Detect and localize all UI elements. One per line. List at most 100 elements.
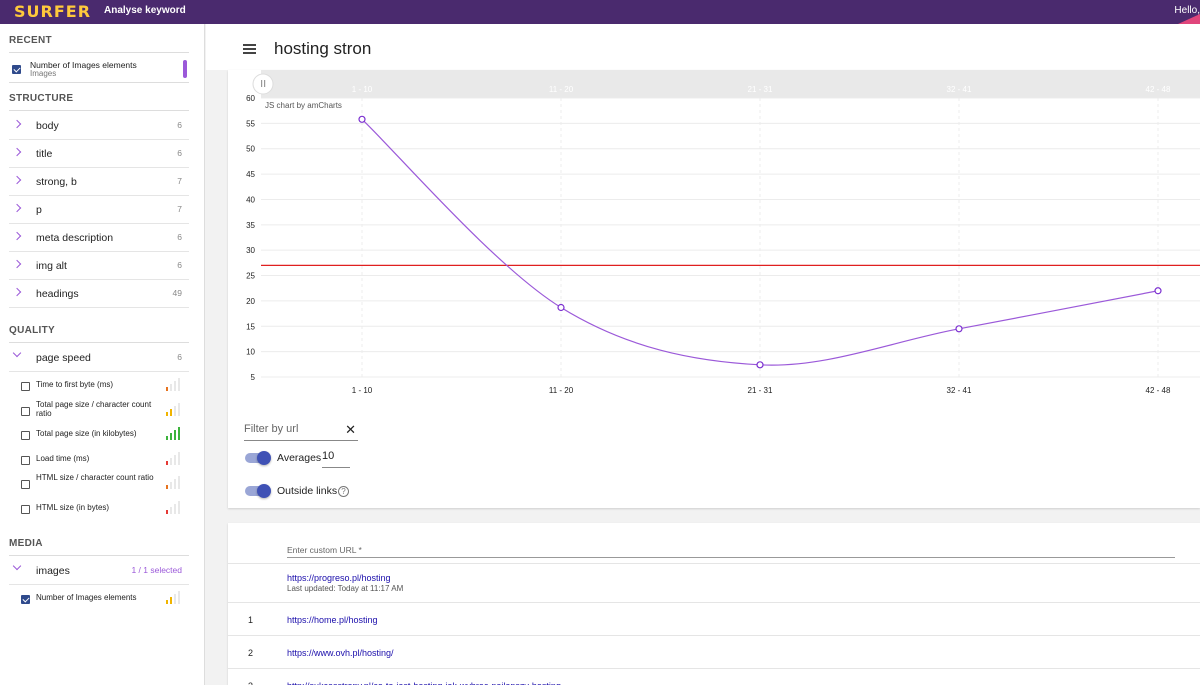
result-row: 2 https://www.ovh.pl/hosting/: [228, 635, 1200, 668]
quality-item[interactable]: Load time (ms): [9, 448, 189, 472]
quality-item[interactable]: HTML size / character count ratio: [9, 472, 189, 496]
signal-strength-icon: [166, 426, 182, 441]
chevron-right-icon: [12, 175, 22, 185]
quality-checkbox[interactable]: [21, 382, 30, 391]
structure-item[interactable]: img alt 6: [9, 252, 189, 280]
quality-item[interactable]: Total page size (in kilobytes): [9, 423, 189, 447]
chevron-right-icon: [12, 259, 22, 269]
averages-toggle[interactable]: [245, 451, 271, 465]
custom-url-field[interactable]: [287, 540, 1175, 558]
page-speed-group[interactable]: page speed 6: [9, 344, 189, 372]
recent-indicator: [183, 60, 187, 78]
media-heading: MEDIA: [9, 538, 43, 549]
custom-url-row: https://progreso.pl/hosting Last updated…: [228, 563, 1200, 602]
images-group[interactable]: images 1 / 1 selected: [9, 557, 189, 585]
y-tick-label: 45: [246, 170, 255, 179]
signal-strength-icon: [166, 500, 182, 514]
filter-input[interactable]: [244, 419, 340, 439]
scrollbar-label: 32 - 41: [947, 85, 972, 94]
y-tick-label: 50: [246, 145, 255, 154]
page-speed-label: page speed: [36, 352, 91, 364]
app-section-title: Analyse keyword: [104, 5, 186, 16]
surfer-logo[interactable]: SURFER: [14, 2, 91, 21]
structure-item[interactable]: p7: [9, 196, 189, 224]
structure-item-count: 6: [177, 120, 182, 130]
quality-item-label: HTML size (in bytes): [36, 503, 110, 512]
y-tick-label: 20: [246, 297, 255, 306]
structure-item[interactable]: meta description 6: [9, 224, 189, 252]
structure-item[interactable]: body 6: [9, 112, 189, 140]
quality-checkbox[interactable]: [21, 505, 30, 514]
divider: [9, 52, 189, 53]
recent-item[interactable]: Number of Images elements Images: [9, 54, 189, 81]
quality-item[interactable]: Time to first byte (ms): [9, 374, 189, 398]
averages-input[interactable]: 10: [322, 448, 350, 468]
quality-checkbox[interactable]: [21, 431, 30, 441]
result-rank: 1: [248, 615, 254, 625]
structure-item[interactable]: title 6: [9, 140, 189, 168]
chart-watermark: JS chart by amCharts: [265, 101, 342, 110]
recent-checkbox[interactable]: [12, 65, 21, 74]
structure-item-count: 7: [177, 204, 182, 214]
images-label: images: [36, 565, 70, 577]
data-point[interactable]: [955, 325, 963, 333]
recent-heading: RECENT: [9, 35, 52, 46]
close-icon[interactable]: ✕: [345, 422, 356, 438]
outside-links-toggle[interactable]: [245, 484, 271, 498]
quality-item-label: Time to first byte (ms): [36, 380, 114, 389]
quality-item-label: HTML size / character count ratio: [36, 473, 154, 483]
help-icon[interactable]: ?: [338, 486, 349, 497]
scrollbar-grip[interactable]: [252, 73, 274, 95]
signal-strength-icon: [166, 402, 182, 416]
quality-item[interactable]: Total page size / character count ratio: [9, 399, 189, 423]
signal-strength-icon: [166, 590, 182, 604]
chevron-right-icon: [12, 231, 22, 241]
corner-ribbon: [1178, 14, 1200, 24]
result-link[interactable]: https://www.ovh.pl/hosting/: [287, 648, 394, 658]
media-checkbox[interactable]: [21, 595, 30, 604]
url-list-card: https://progreso.pl/hosting Last updated…: [228, 523, 1200, 685]
custom-url-input[interactable]: [287, 545, 1175, 555]
quality-checkbox[interactable]: [21, 406, 30, 416]
y-tick-label: 25: [246, 272, 255, 281]
y-tick-label: 35: [246, 221, 255, 230]
grip-line: [261, 80, 263, 87]
quality-checkbox[interactable]: [21, 455, 30, 465]
averages-label: Averages: [277, 452, 322, 464]
data-point[interactable]: [756, 361, 764, 369]
y-tick-label: 10: [246, 348, 255, 357]
x-tick-label: 11 - 20: [549, 386, 574, 395]
media-item[interactable]: Number of Images elements: [9, 587, 189, 611]
structure-item-count: 49: [172, 288, 182, 298]
structure-item[interactable]: strong, b 7: [9, 168, 189, 196]
custom-url-link[interactable]: https://progreso.pl/hosting: [287, 573, 391, 583]
page-speed-count: 6: [177, 352, 182, 362]
result-link[interactable]: https://home.pl/hosting: [287, 615, 378, 625]
data-point[interactable]: [358, 115, 366, 123]
structure-item-count: 7: [177, 176, 182, 186]
last-updated: Last updated: Today at 11:17 AM: [287, 584, 404, 593]
x-tick-label: 32 - 41: [947, 386, 972, 395]
y-tick-label: 15: [246, 322, 255, 331]
result-link[interactable]: http://sukcesstrony.pl/co-to-jest-hostin…: [287, 681, 561, 685]
quality-item[interactable]: HTML size (in bytes): [9, 497, 189, 521]
filter-by-url[interactable]: ✕: [244, 419, 358, 441]
structure-item-label: body: [36, 120, 59, 132]
scrollbar-label: 42 - 48: [1146, 85, 1171, 94]
structure-item-label: strong, b: [36, 176, 77, 188]
quality-checkbox[interactable]: [21, 480, 30, 490]
structure-heading: STRUCTURE: [9, 93, 74, 104]
x-tick-label: 21 - 31: [748, 386, 773, 395]
data-point[interactable]: [1154, 287, 1162, 295]
chevron-right-icon: [12, 147, 22, 157]
chevron-right-icon: [12, 203, 22, 213]
data-point[interactable]: [557, 303, 565, 312]
divider: [9, 82, 189, 83]
y-tick-label: 40: [246, 195, 255, 204]
signal-strength-icon: [166, 377, 182, 391]
structure-item[interactable]: headings 49: [9, 280, 189, 308]
quality-item-label: Load time (ms): [36, 453, 90, 463]
y-tick-label: 5: [251, 373, 256, 382]
divider: [9, 110, 189, 111]
menu-icon[interactable]: [243, 44, 256, 54]
